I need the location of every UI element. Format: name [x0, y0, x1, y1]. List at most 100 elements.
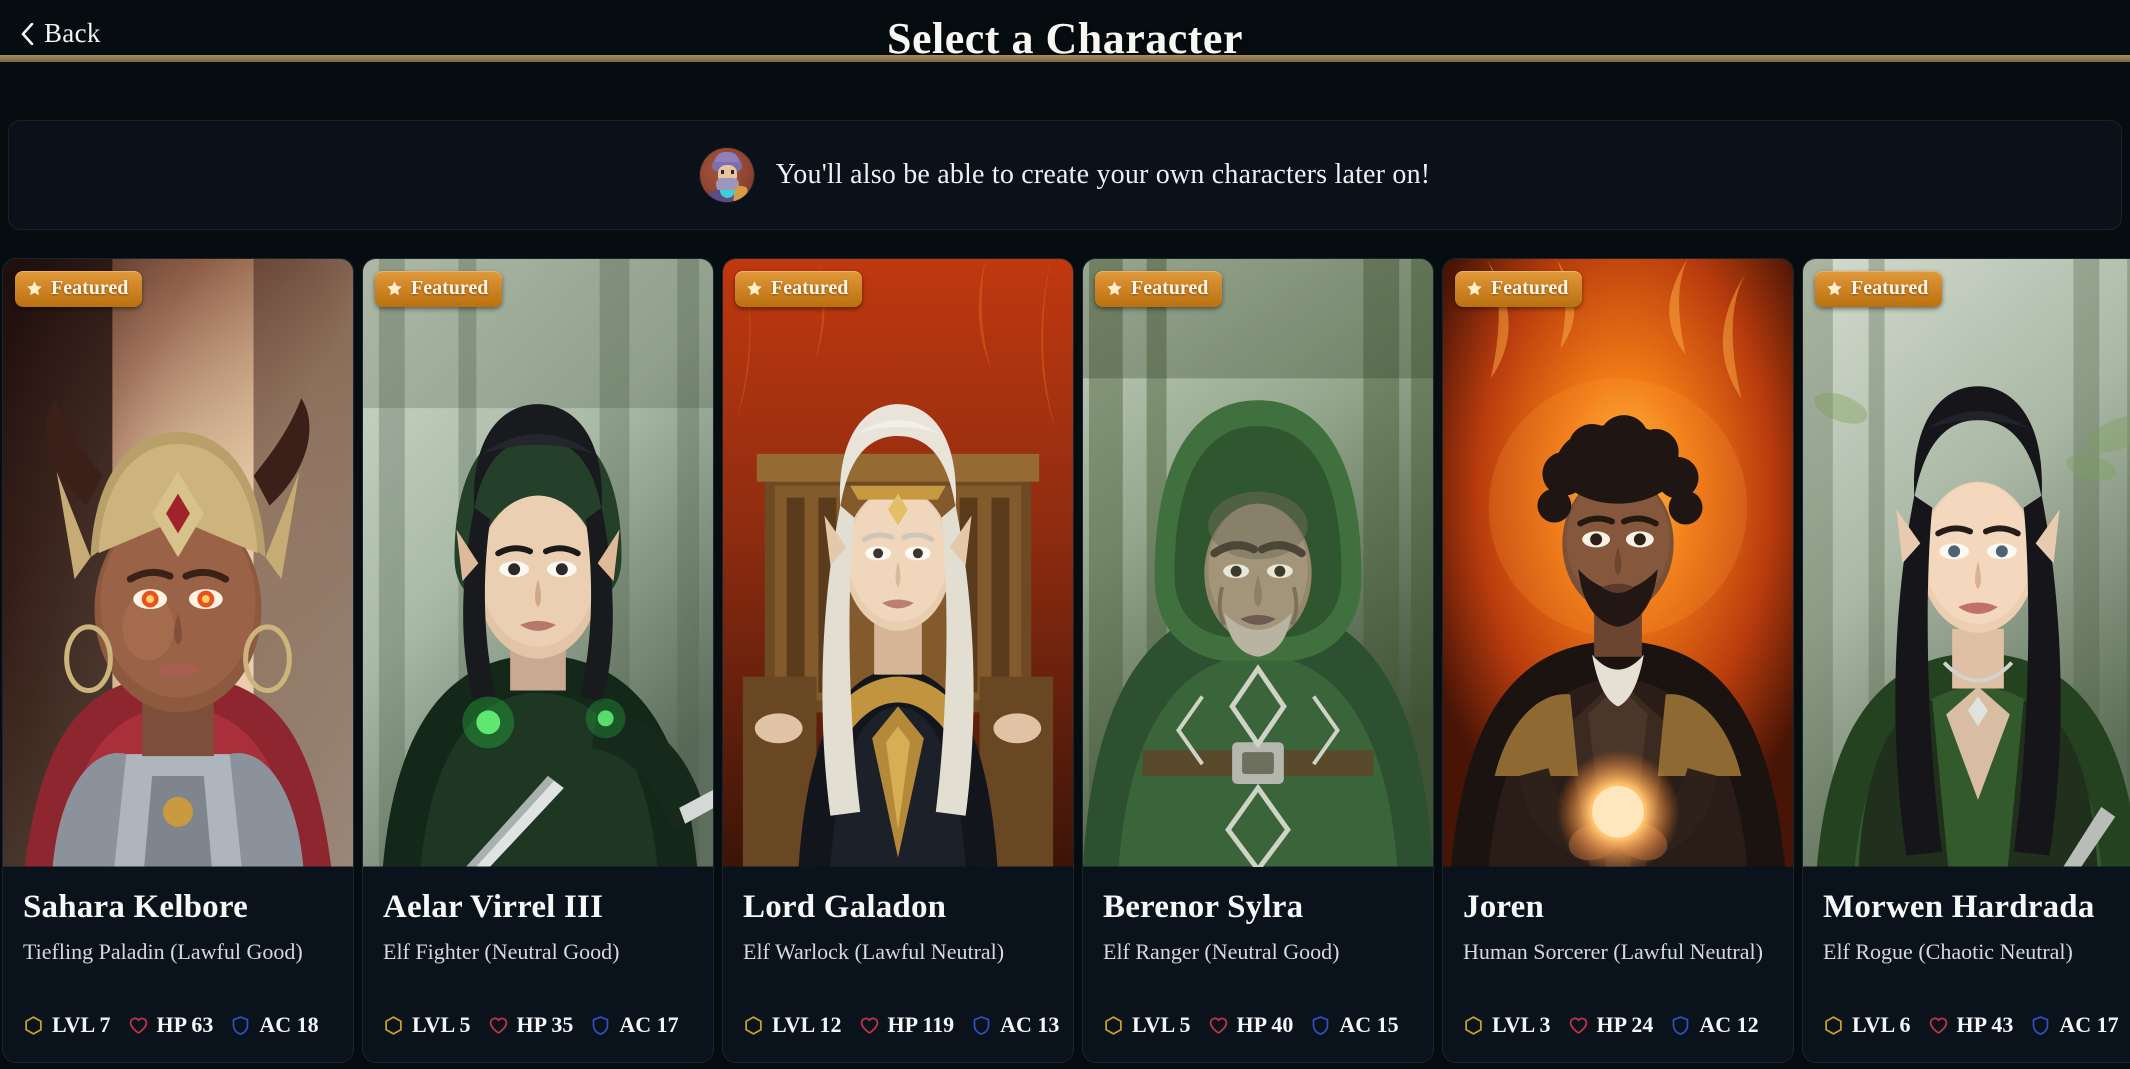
heart-icon: [859, 1015, 880, 1036]
character-name: Lord Galadon: [743, 889, 947, 925]
ac-value: AC 17: [2059, 1012, 2119, 1037]
star-icon: [1107, 281, 1122, 296]
character-select-screen: Back Select a Character You'll also be a…: [0, 0, 2130, 1069]
character-meta: Elf Rogue (Chaotic Neutral): [1823, 938, 2073, 964]
info-banner-text: You'll also be able to create your own c…: [775, 159, 1431, 190]
heart-icon: [1208, 1015, 1229, 1036]
featured-label: Featured: [1491, 277, 1569, 299]
character-stats: LVL 5 HP 35 AC 17: [383, 1012, 693, 1038]
star-icon: [387, 281, 402, 296]
stat-ac: AC 18: [230, 1012, 319, 1038]
back-label: Back: [44, 18, 101, 48]
shield-icon: [2030, 1015, 2051, 1036]
page-title: Select a Character: [887, 14, 1243, 63]
ac-value: AC 18: [259, 1012, 319, 1037]
featured-label: Featured: [1131, 277, 1209, 299]
level-value: LVL 5: [412, 1012, 471, 1037]
character-meta: Tiefling Paladin (Lawful Good): [23, 938, 303, 964]
character-name: Morwen Hardrada: [1823, 889, 2095, 925]
featured-badge: Featured: [375, 271, 503, 307]
featured-badge: Featured: [15, 271, 143, 307]
info-banner: You'll also be able to create your own c…: [8, 120, 2122, 230]
stat-level: LVL 5: [1103, 1012, 1191, 1038]
back-button[interactable]: Back: [12, 14, 109, 53]
hp-value: HP 40: [1236, 1012, 1294, 1037]
featured-label: Featured: [411, 277, 489, 299]
stat-hp: HP 63: [128, 1012, 214, 1038]
gold-divider: [0, 55, 2130, 62]
level-value: LVL 7: [52, 1012, 111, 1037]
stat-hp: HP 119: [859, 1012, 955, 1038]
character-info: Sahara Kelbore Tiefling Paladin (Lawful …: [3, 870, 353, 1062]
hp-value: HP 63: [156, 1012, 214, 1037]
character-stats: LVL 7 HP 63 AC 18: [23, 1012, 333, 1038]
star-icon: [27, 281, 42, 296]
character-meta: Elf Fighter (Neutral Good): [383, 938, 620, 964]
character-card[interactable]: Featured Joren Human Sorcerer (Lawful Ne…: [1442, 258, 1794, 1063]
stat-ac: AC 15: [1310, 1012, 1399, 1038]
level-value: LVL 3: [1492, 1012, 1551, 1037]
character-card[interactable]: Featured Lord Galadon Elf Warlock (Lawfu…: [722, 258, 1074, 1063]
featured-label: Featured: [1851, 277, 1929, 299]
stat-level: LVL 6: [1823, 1012, 1911, 1038]
character-info: Morwen Hardrada Elf Rogue (Chaotic Neutr…: [1803, 870, 2130, 1062]
character-name: Berenor Sylra: [1103, 889, 1304, 925]
hexagon-icon: [23, 1015, 44, 1036]
character-stats: LVL 6 HP 43 AC 17: [1823, 1012, 2130, 1038]
shield-icon: [1310, 1015, 1331, 1036]
character-portrait: Featured: [3, 259, 353, 870]
stat-ac: AC 17: [590, 1012, 679, 1038]
character-info: Berenor Sylra Elf Ranger (Neutral Good) …: [1083, 870, 1433, 1062]
hexagon-icon: [743, 1015, 764, 1036]
character-meta: Elf Warlock (Lawful Neutral): [743, 938, 1005, 964]
heart-icon: [128, 1015, 149, 1036]
ac-value: AC 13: [1000, 1012, 1060, 1037]
page-header: Back Select a Character: [0, 0, 2130, 78]
hp-value: HP 24: [1596, 1012, 1654, 1037]
character-info: Joren Human Sorcerer (Lawful Neutral) LV…: [1443, 870, 1793, 1062]
heart-icon: [1568, 1015, 1589, 1036]
character-portrait: Featured: [363, 259, 713, 870]
character-card[interactable]: Featured Morwen Hardrada Elf Rogue (Chao…: [1802, 258, 2130, 1063]
hexagon-icon: [1463, 1015, 1484, 1036]
character-card[interactable]: Featured Aelar Virrel III Elf Fighter (N…: [362, 258, 714, 1063]
featured-label: Featured: [51, 277, 129, 299]
hp-value: HP 119: [887, 1012, 955, 1037]
wizard-avatar: [699, 148, 754, 202]
stat-hp: HP 40: [1208, 1012, 1294, 1038]
shield-icon: [971, 1015, 992, 1036]
ac-value: AC 12: [1699, 1012, 1759, 1037]
shield-icon: [230, 1015, 251, 1036]
heart-icon: [488, 1015, 509, 1036]
character-stats: LVL 3 HP 24 AC 12: [1463, 1012, 1773, 1038]
hp-value: HP 35: [516, 1012, 574, 1037]
level-value: LVL 5: [1132, 1012, 1191, 1037]
character-card[interactable]: Featured Sahara Kelbore Tiefling Paladin…: [2, 258, 354, 1063]
stat-ac: AC 13: [971, 1012, 1059, 1038]
character-portrait: Featured: [1083, 259, 1433, 870]
stat-level: LVL 3: [1463, 1012, 1551, 1038]
character-name: Joren: [1463, 889, 1545, 925]
character-card[interactable]: Featured Berenor Sylra Elf Ranger (Neutr…: [1082, 258, 1434, 1063]
stat-ac: AC 12: [1670, 1012, 1759, 1038]
character-portrait: Featured: [1803, 259, 2130, 870]
featured-badge: Featured: [735, 271, 863, 307]
character-card-list: Featured Sahara Kelbore Tiefling Paladin…: [0, 258, 2130, 1069]
stat-hp: HP 35: [488, 1012, 574, 1038]
hexagon-icon: [1823, 1015, 1844, 1036]
character-stats: LVL 5 HP 40 AC 15: [1103, 1012, 1413, 1038]
character-info: Aelar Virrel III Elf Fighter (Neutral Go…: [363, 870, 713, 1062]
character-meta: Elf Ranger (Neutral Good): [1103, 938, 1340, 964]
character-meta: Human Sorcerer (Lawful Neutral): [1463, 938, 1763, 964]
stat-level: LVL 12: [743, 1012, 842, 1038]
shield-icon: [1670, 1015, 1691, 1036]
character-name: Sahara Kelbore: [23, 889, 248, 925]
hexagon-icon: [383, 1015, 404, 1036]
shield-icon: [590, 1015, 611, 1036]
star-icon: [747, 281, 762, 296]
star-icon: [1467, 281, 1482, 296]
featured-label: Featured: [771, 277, 849, 299]
featured-badge: Featured: [1815, 271, 1943, 307]
character-stats: LVL 12 HP 119 AC 13: [743, 1012, 1059, 1038]
character-portrait: Featured: [723, 259, 1073, 870]
